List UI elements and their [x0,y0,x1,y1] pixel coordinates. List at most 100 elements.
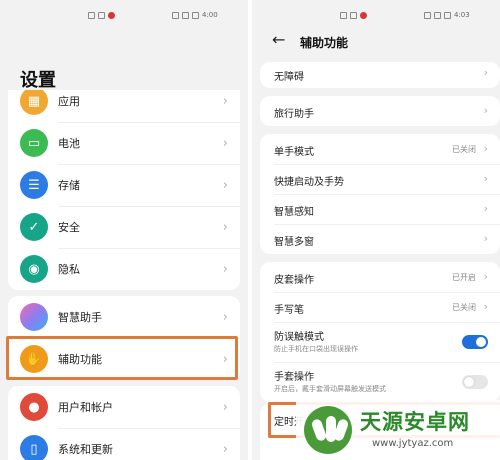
settings-item-label: 电池 [58,137,80,150]
settings-item-security[interactable]: ✓ 安全 › [8,206,240,248]
item-anti-mistouch[interactable]: 防误触模式 防止手机在口袋出现误操作 [260,322,500,362]
toggle-knob [476,337,486,347]
signal-icon [172,11,179,19]
chevron-right-icon: › [483,104,488,117]
notification-icon [350,11,357,19]
watermark: 天源安卓网 www.jytyaz.com [296,400,500,460]
settings-item-label: 系统和更新 [58,443,113,456]
signal-icon [424,11,431,19]
item-cover-operation[interactable]: 皮套操作 已开启 › [260,262,500,292]
chevron-right-icon: › [483,202,488,215]
toggle-knob [464,377,474,387]
settings-item-system[interactable]: ▯ 系统和更新 › [8,428,240,460]
settings-item-battery[interactable]: ▭ 电池 › [8,122,240,164]
item-barrier-free[interactable]: 无障碍 › [260,62,500,88]
battery-status-icon [444,11,451,19]
item-smart-multiwindow[interactable]: 智慧多窗 › [260,224,500,254]
settings-item-label: 用户和帐户 [58,401,113,414]
settings-item-storage[interactable]: ☰ 存储 › [8,164,240,206]
item-status: 已关闭 [452,303,476,312]
chevron-right-icon: › [222,219,228,235]
shield-icon: ✓ [20,213,48,241]
chevron-right-icon: › [483,300,488,313]
chevron-right-icon: › [222,261,228,277]
status-bar-right: 4:00 [172,8,218,22]
item-label: 智慧感知 [274,207,314,218]
apps-icon: ▦ [20,90,48,115]
item-label: 皮套操作 [274,275,314,286]
item-smart-perception[interactable]: 智慧感知 › [260,194,500,224]
settings-group-system: ▦ 应用 › ▭ 电池 › ☰ 存储 › ✓ 安全 › ◉ 隐私 › [8,90,240,290]
battery-status-icon [192,11,199,19]
chevron-right-icon: › [483,142,488,155]
watermark-logo-icon [304,406,352,454]
chevron-right-icon: › [222,93,228,109]
item-label: 旅行助手 [274,109,314,120]
item-status: 已关闭 [452,145,476,154]
settings-screen: 4:00 设置 ▦ 应用 › ▭ 电池 › ☰ 存储 › ✓ 安全 › ◉ 隐私… [0,0,248,460]
storage-icon: ☰ [20,171,48,199]
privacy-icon: ◉ [20,255,48,283]
wifi-icon [434,11,441,19]
glove-mode-toggle[interactable] [462,375,488,389]
item-label: 快捷启动及手势 [274,177,344,188]
item-stylus[interactable]: 手写笔 已关闭 › [260,292,500,322]
item-label: 手套操作 [274,372,314,383]
status-bar [340,8,367,22]
chevron-right-icon: › [483,270,488,283]
accessibility-group-4: 皮套操作 已开启 › 手写笔 已关闭 › 防误触模式 防止手机在口袋出现误操作 … [260,262,500,402]
settings-item-smart-assistant[interactable]: 智慧助手 › [8,296,240,338]
settings-group-account: ● 用户和帐户 › ▯ 系统和更新 › [8,386,240,460]
highlight-box [6,336,238,380]
anti-mistouch-toggle[interactable] [462,335,488,349]
accessibility-screen: 4:03 ← 辅助功能 无障碍 › 旅行助手 › 单手模式 已关闭 › 快捷启动… [252,0,500,460]
watermark-title: 天源安卓网 [360,410,470,434]
chevron-right-icon: › [483,232,488,245]
title-bar: ← 辅助功能 [252,28,500,58]
item-label: 防误触模式 [274,332,324,343]
app-notification-icon [108,11,115,19]
battery-icon: ▭ [20,129,48,157]
accessibility-group-3: 单手模式 已关闭 › 快捷启动及手势 › 智慧感知 › 智慧多窗 › [260,134,500,254]
assistant-icon [20,303,48,331]
item-label: 单手模式 [274,147,314,158]
item-travel-assistant[interactable]: 旅行助手 › [260,96,500,126]
back-arrow-icon[interactable]: ← [272,30,285,49]
item-one-hand-mode[interactable]: 单手模式 已关闭 › [260,134,500,164]
watermark-url: www.jytyaz.com [372,438,454,449]
settings-item-label: 存储 [58,179,80,192]
notification-icon [340,11,347,19]
settings-item-users[interactable]: ● 用户和帐户 › [8,386,240,428]
item-shortcuts-gestures[interactable]: 快捷启动及手势 › [260,164,500,194]
page-title: 设置 [20,70,56,91]
status-time: 4:00 [202,11,218,19]
user-icon: ● [20,393,48,421]
item-status: 已开启 [452,273,476,282]
settings-item-label: 应用 [58,95,80,108]
status-time: 4:03 [454,11,470,19]
page-title: 辅助功能 [300,36,349,50]
notification-icon [98,11,105,19]
accessibility-group-1: 无障碍 › [260,62,500,88]
item-description: 开启后，戴手套滑动屏幕触发送模式 [274,385,386,393]
item-label: 手写笔 [274,305,304,316]
status-bar-right: 4:03 [424,8,470,22]
chevron-right-icon: › [222,441,228,457]
item-label: 无障碍 [274,72,304,83]
settings-item-label: 隐私 [58,263,80,276]
phone-icon: ▯ [20,435,48,460]
chevron-right-icon: › [222,135,228,151]
notification-icon [88,11,95,19]
chevron-right-icon: › [483,66,488,79]
item-glove-mode[interactable]: 手套操作 开启后，戴手套滑动屏幕触发送模式 [260,362,500,402]
item-label: 智慧多窗 [274,237,314,248]
chevron-right-icon: › [222,309,228,325]
wifi-icon [182,11,189,19]
settings-item-privacy[interactable]: ◉ 隐私 › [8,248,240,290]
settings-item-apps[interactable]: ▦ 应用 › [8,90,240,122]
settings-item-label: 智慧助手 [58,311,102,324]
accessibility-group-2: 旅行助手 › [260,96,500,126]
chevron-right-icon: › [222,177,228,193]
settings-item-label: 安全 [58,221,80,234]
chevron-right-icon: › [483,172,488,185]
